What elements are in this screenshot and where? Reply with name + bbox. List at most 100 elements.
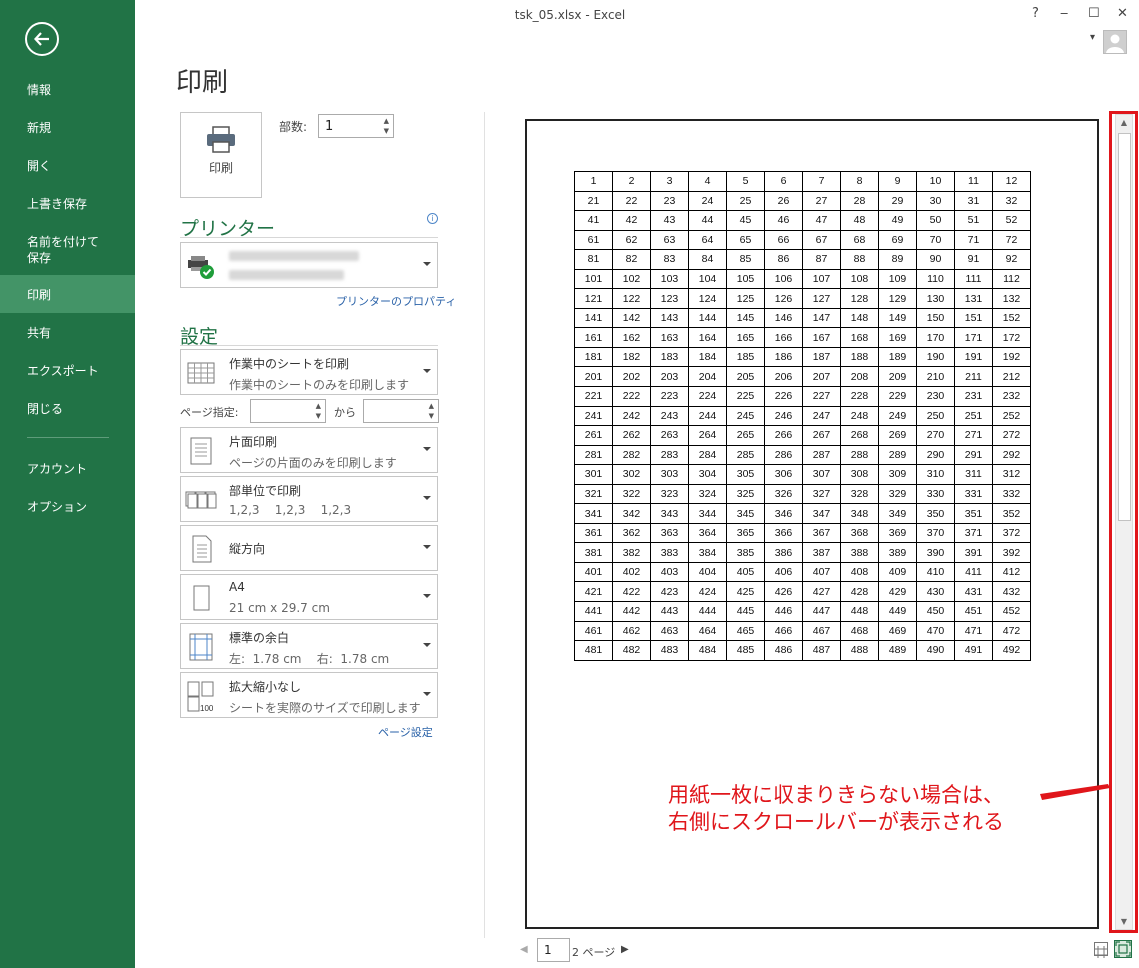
spin-down-icon[interactable]: ▼ [316, 412, 321, 420]
table-cell: 288 [840, 444, 879, 466]
nav-item-new[interactable]: 新規 [0, 120, 135, 136]
spin-up-icon[interactable]: ▲ [384, 117, 389, 125]
nav-item-label: エクスポート [27, 364, 99, 378]
table-cell: 423 [650, 581, 689, 603]
table-cell: 151 [954, 307, 993, 329]
sides-desc: ページの片面のみを印刷します [229, 456, 397, 470]
table-cell: 345 [726, 503, 765, 524]
table-cell: 122 [612, 288, 651, 309]
table-cell: 487 [802, 640, 841, 661]
table-cell: 350 [916, 503, 955, 524]
table-cell: 12 [992, 171, 1031, 192]
copies-value: 1 [325, 119, 334, 134]
nav-item-save-as[interactable]: 名前を付けて 保存 [0, 234, 135, 266]
table-cell: 190 [916, 346, 955, 368]
table-cell: 282 [612, 444, 651, 466]
table-row: 81 82 83 84 85 86 87 88 89 90 91 92 [574, 249, 1031, 270]
table-cell: 324 [688, 483, 727, 505]
table-cell: 471 [954, 620, 993, 642]
copies-input[interactable]: 1 ▲ ▼ [318, 114, 394, 138]
table-cell: 24 [688, 190, 727, 212]
account-dropdown[interactable]: ▾ [1090, 32, 1095, 43]
table-cell: 486 [764, 640, 803, 661]
collate-label: 部単位で印刷 [229, 484, 302, 498]
table-row: 221 222 223 224 225 226 227 228 229 230 231 232 [574, 386, 1031, 407]
table-cell: 187 [802, 346, 841, 368]
spin-up-icon[interactable]: ▲ [429, 402, 434, 410]
table-row: 101 102 103 104 105 106 107 108 109 110 111 112 [574, 268, 1031, 290]
info-icon[interactable]: i [427, 213, 438, 224]
print-what-select[interactable]: 作業中のシートを印刷 作業中のシートのみを印刷します [180, 349, 438, 395]
nav-item-account[interactable]: アカウント [0, 461, 135, 477]
table-cell: 10 [916, 171, 955, 192]
table-cell: 309 [878, 464, 917, 485]
table-cell: 21 [574, 190, 613, 212]
paper-size-desc: 21 cm x 29.7 cm [229, 601, 330, 615]
table-cell: 304 [688, 464, 727, 485]
table-cell: 441 [574, 601, 613, 622]
previous-page-icon[interactable]: ◀ [520, 944, 528, 955]
orientation-select[interactable]: 縦方向 [180, 525, 438, 571]
scaling-select[interactable]: 100 拡大縮小なし シートを実際のサイズで印刷します [180, 672, 438, 718]
page-setup-link[interactable]: ページ設定 [378, 724, 433, 740]
nav-item-export[interactable]: エクスポート [0, 363, 135, 379]
table-row: 321 322 323 324 325 326 327 328 329 330 331 332 [574, 483, 1031, 505]
table-cell: 206 [764, 366, 803, 388]
spin-down-icon[interactable]: ▼ [429, 412, 434, 420]
nav-item-info[interactable]: 情報 [0, 82, 135, 98]
table-cell: 82 [612, 249, 651, 270]
sides-select[interactable]: 片面印刷 ページの片面のみを印刷します [180, 427, 438, 473]
paper-size-select[interactable]: A4 21 cm x 29.7 cm [180, 574, 438, 620]
table-cell: 432 [992, 581, 1031, 603]
maximize-button[interactable]: ☐ [1088, 6, 1100, 21]
nav-item-share[interactable]: 共有 [0, 325, 135, 341]
collate-select[interactable]: 部単位で印刷 1,2,3 1,2,3 1,2,3 [180, 476, 438, 522]
zoom-to-page-button[interactable] [1114, 940, 1132, 958]
page-from-input[interactable]: ▲ ▼ [250, 399, 326, 423]
table-cell: 43 [650, 210, 689, 231]
table-cell: 186 [764, 346, 803, 368]
table-cell: 102 [612, 268, 651, 290]
table-cell: 267 [802, 425, 841, 446]
arrow-left-icon [34, 32, 49, 46]
table-cell: 41 [574, 210, 613, 231]
table-cell: 321 [574, 483, 613, 505]
table-cell: 464 [688, 620, 727, 642]
avatar[interactable] [1103, 30, 1127, 54]
minimize-button[interactable]: ‒ [1060, 6, 1068, 21]
page-to-input[interactable]: ▲ ▼ [363, 399, 439, 423]
spin-up-icon[interactable]: ▲ [316, 402, 321, 410]
scrollbar-highlight-frame [1109, 111, 1138, 933]
table-cell: 63 [650, 229, 689, 251]
table-cell: 227 [802, 386, 841, 407]
table-cell: 362 [612, 522, 651, 544]
table-cell: 271 [954, 425, 993, 446]
zoom-page-icon [1115, 941, 1131, 957]
show-margins-button[interactable] [1094, 942, 1108, 958]
nav-item-close[interactable]: 閉じる [0, 401, 135, 417]
help-button[interactable]: ? [1032, 6, 1039, 21]
table-cell: 29 [878, 190, 917, 212]
table-cell: 465 [726, 620, 765, 642]
page-number-input[interactable]: 1 [537, 938, 570, 962]
next-page-icon[interactable]: ▶ [621, 944, 629, 955]
table-cell: 5 [726, 171, 765, 192]
table-cell: 386 [764, 542, 803, 563]
print-button[interactable]: 印刷 [180, 112, 262, 198]
table-cell: 383 [650, 542, 689, 563]
back-button[interactable] [25, 22, 59, 56]
margins-select[interactable]: 標準の余白 左: 1.78 cm 右: 1.78 cm [180, 623, 438, 669]
nav-item-options[interactable]: オプション [0, 499, 135, 515]
table-cell: 263 [650, 425, 689, 446]
table-cell: 70 [916, 229, 955, 251]
printer-properties-link[interactable]: プリンターのプロパティ [336, 293, 456, 309]
printer-select[interactable] [180, 242, 438, 288]
nav-item-save[interactable]: 上書き保存 [0, 196, 135, 212]
spin-down-icon[interactable]: ▼ [384, 127, 389, 135]
nav-item-open[interactable]: 開く [0, 158, 135, 174]
table-row: 61 62 63 64 65 66 67 68 69 70 71 72 [574, 229, 1031, 251]
nav-item-print[interactable]: 印刷 [0, 275, 135, 313]
close-button[interactable]: ✕ [1117, 6, 1128, 21]
nav-item-label: 名前を付けて 保存 [27, 235, 100, 265]
table-cell: 368 [840, 522, 879, 544]
